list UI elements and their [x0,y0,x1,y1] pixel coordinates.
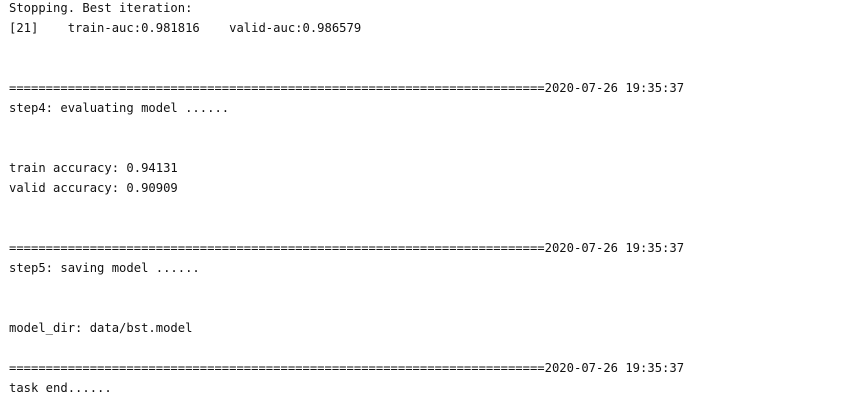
separator-line-3: ========================================… [9,361,685,375]
separator-line-1: ========================================… [9,81,685,95]
step4-line: step4: evaluating model ...... [9,101,230,115]
model-dir-line: model_dir: data/bst.model [9,321,193,335]
stopping-line: Stopping. Best iteration: [9,1,193,15]
task-end-line: task end...... [9,381,112,395]
train-accuracy-line: train accuracy: 0.94131 [9,161,178,175]
separator-line-2: ========================================… [9,241,685,255]
step5-line: step5: saving model ...... [9,261,200,275]
best-iteration-line: [21] train-auc:0.981816 valid-auc:0.9865… [9,21,362,35]
valid-accuracy-line: valid accuracy: 0.90909 [9,181,178,195]
console-output: Stopping. Best iteration: [21] train-auc… [0,0,851,409]
